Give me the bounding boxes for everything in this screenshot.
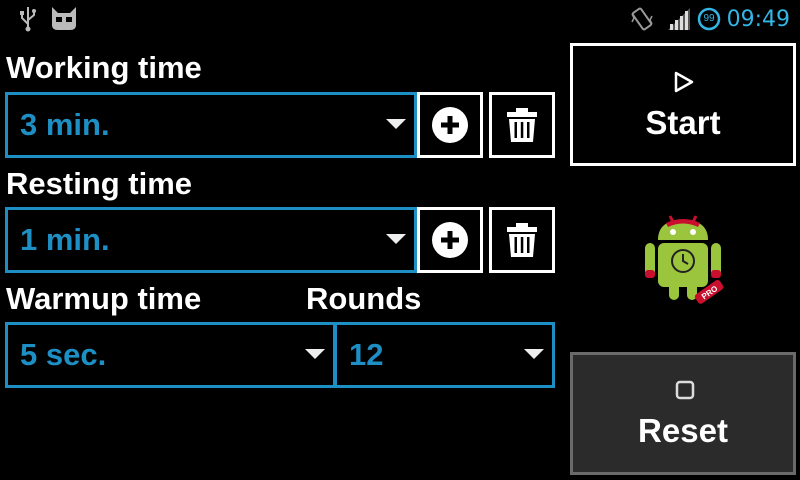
chevron-down-icon bbox=[305, 349, 325, 359]
working-time-label: Working time bbox=[6, 50, 202, 85]
start-label: Start bbox=[645, 104, 721, 141]
reset-label: Reset bbox=[638, 412, 728, 449]
usb-icon bbox=[20, 7, 36, 32]
add-working-time-button[interactable] bbox=[417, 92, 483, 158]
vibrate-icon bbox=[631, 7, 653, 31]
chevron-down-icon bbox=[524, 349, 544, 359]
working-time-value: 3 min. bbox=[20, 107, 110, 142]
play-icon bbox=[674, 71, 694, 93]
rounds-label: Rounds bbox=[306, 281, 422, 316]
warmup-time-spinner[interactable]: 5 sec. bbox=[5, 322, 336, 388]
status-bar: 99 09:49 bbox=[0, 0, 800, 38]
resting-time-value: 1 min. bbox=[20, 222, 110, 257]
resting-time-spinner[interactable]: 1 min. bbox=[5, 207, 417, 273]
trash-icon bbox=[507, 223, 537, 257]
rounds-value: 12 bbox=[349, 337, 384, 372]
rounds-spinner[interactable]: 12 bbox=[334, 322, 555, 388]
cyanogen-icon bbox=[52, 7, 76, 30]
plus-icon bbox=[432, 222, 468, 258]
warmup-time-label: Warmup time bbox=[6, 281, 202, 316]
chevron-down-icon bbox=[386, 119, 406, 129]
clock: 09:49 bbox=[726, 7, 790, 32]
delete-working-time-button[interactable] bbox=[489, 92, 555, 158]
warmup-time-value: 5 sec. bbox=[20, 337, 107, 372]
working-time-spinner[interactable]: 3 min. bbox=[5, 92, 417, 158]
resting-time-label: Resting time bbox=[6, 166, 193, 201]
stop-icon bbox=[675, 380, 695, 400]
trash-icon bbox=[507, 108, 537, 142]
chevron-down-icon bbox=[386, 234, 406, 244]
app-logo: PRO bbox=[645, 215, 724, 304]
signal-icon bbox=[668, 8, 690, 30]
battery-level: 99 bbox=[703, 13, 715, 24]
reset-button[interactable]: Reset bbox=[570, 352, 796, 475]
start-button[interactable]: Start bbox=[570, 43, 796, 166]
delete-resting-time-button[interactable] bbox=[489, 207, 555, 273]
plus-icon bbox=[432, 107, 468, 143]
add-resting-time-button[interactable] bbox=[417, 207, 483, 273]
